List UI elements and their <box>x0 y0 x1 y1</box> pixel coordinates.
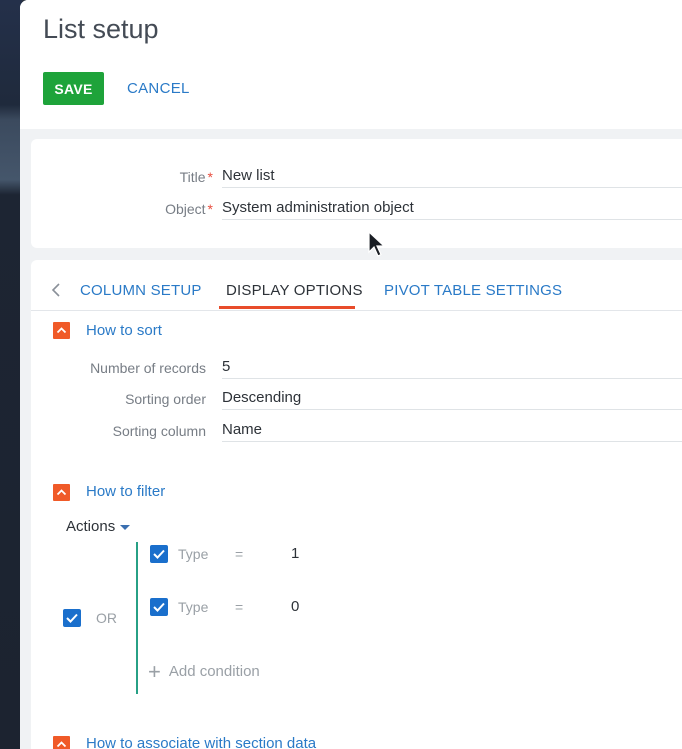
active-tab-indicator <box>219 306 355 309</box>
add-condition-button[interactable]: + Add condition <box>148 659 260 685</box>
condition-column[interactable]: Type <box>178 546 208 562</box>
title-field-label: Title * <box>179 169 213 185</box>
chevron-left-icon[interactable] <box>49 282 63 298</box>
group-checkbox[interactable] <box>63 609 81 627</box>
condition-value[interactable]: 1 <box>291 545 299 562</box>
sort-section-title[interactable]: How to sort <box>86 322 162 339</box>
sorting-order-select[interactable]: Descending <box>222 386 682 410</box>
required-mark: * <box>207 201 213 217</box>
collapse-icon[interactable] <box>53 322 70 339</box>
condition-operator[interactable]: = <box>235 599 243 615</box>
number-of-records-label: Number of records <box>90 360 206 376</box>
tab-display-options[interactable]: DISPLAY OPTIONS <box>226 282 363 299</box>
tab-column-setup[interactable]: COLUMN SETUP <box>80 282 202 299</box>
page-title: List setup <box>43 14 159 44</box>
object-field-label: Object * <box>165 201 213 217</box>
number-of-records-input[interactable]: 5 <box>222 355 682 379</box>
general-settings-card: Title * New list Object * System administr… <box>31 139 682 248</box>
sorting-column-select[interactable]: Name <box>222 418 682 442</box>
caret-down-icon <box>120 524 131 530</box>
cancel-button[interactable]: CANCEL <box>127 72 190 105</box>
tab-pivot-table-settings[interactable]: PIVOT TABLE SETTINGS <box>384 282 562 299</box>
list-setup-panel: List setup SAVE CANCEL Title * New list O… <box>20 0 682 749</box>
title-input[interactable]: New list <box>222 164 682 188</box>
required-mark: * <box>207 169 213 185</box>
mouse-cursor-icon <box>368 230 386 257</box>
condition-column[interactable]: Type <box>178 599 208 615</box>
associate-section-title[interactable]: How to associate with section data <box>86 735 316 749</box>
tab-divider <box>31 310 682 311</box>
sorting-order-label: Sorting order <box>125 391 206 407</box>
condition-value[interactable]: 0 <box>291 598 299 615</box>
condition-checkbox[interactable] <box>150 598 168 616</box>
condition-checkbox[interactable] <box>150 545 168 563</box>
save-button[interactable]: SAVE <box>43 72 104 105</box>
filter-section-title[interactable]: How to filter <box>86 483 165 500</box>
collapse-icon[interactable] <box>53 484 70 501</box>
condition-operator[interactable]: = <box>235 546 243 562</box>
filter-group-line <box>136 542 138 694</box>
collapse-icon[interactable] <box>53 736 70 749</box>
display-options-card: COLUMN SETUP DISPLAY OPTIONS PIVOT TABLE… <box>31 260 682 749</box>
plus-icon: + <box>148 659 161 684</box>
background-strip <box>0 0 22 749</box>
sorting-column-label: Sorting column <box>112 423 206 439</box>
object-lookup[interactable]: System administration object <box>222 196 682 220</box>
page-header: List setup SAVE CANCEL <box>20 0 682 129</box>
group-operator[interactable]: OR <box>96 610 117 626</box>
actions-dropdown[interactable]: Actions <box>66 518 131 535</box>
